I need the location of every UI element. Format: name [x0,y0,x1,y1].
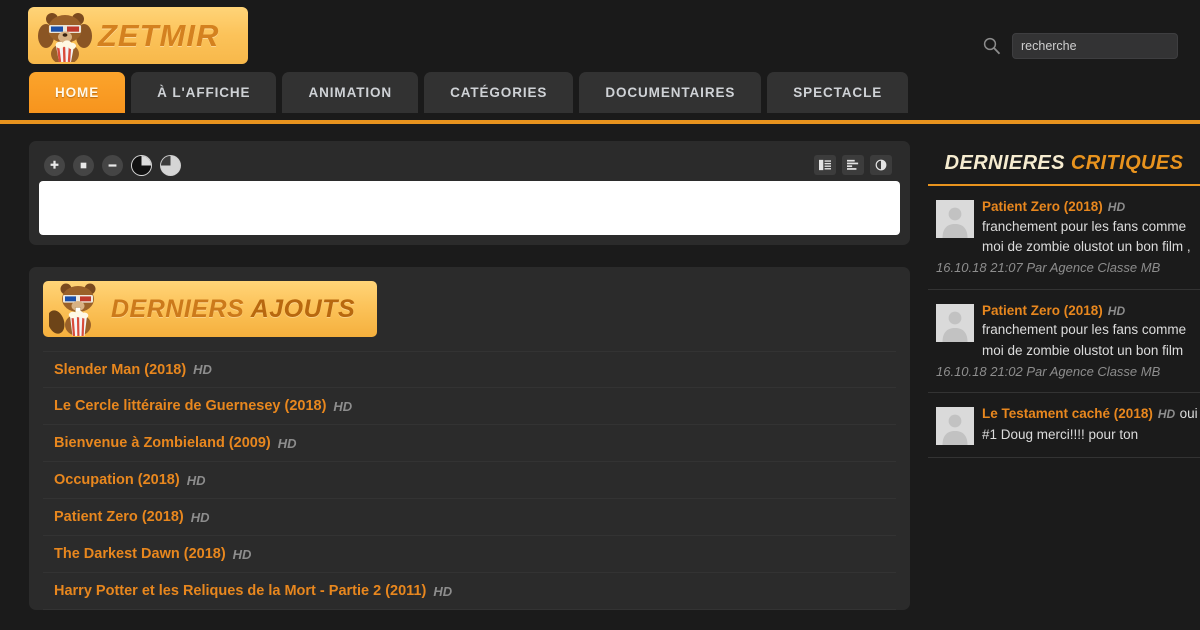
player-tools-left [44,154,181,176]
sidebar: DERNIERES CRITIQUES Patient Zero (2018) H… [928,124,1200,630]
movie-quality-badge: HD [186,472,206,488]
site-logo[interactable]: ZETMIR [28,7,248,64]
nav-item-home[interactable]: HOME [29,72,126,113]
latest-added-banner: DERNIERS AJOUTS [43,281,377,337]
search-input[interactable] [1012,33,1178,59]
nav-item-categories[interactable]: CATÉGORIES [424,72,574,113]
main-column: DERNIERS AJOUTS Slender Man (2018) HD Le… [0,124,910,630]
review-text: franchement pour les fans comme moi de z… [982,218,1191,255]
align-layout-icon[interactable] [842,155,864,175]
latest-added-panel: DERNIERS AJOUTS Slender Man (2018) HD Le… [29,267,910,610]
review-item[interactable]: Patient Zero (2018) HD franchement pour l… [928,186,1200,290]
movie-quality-badge: HD [433,583,453,599]
search-area [982,33,1200,59]
user-placeholder-avatar [936,303,974,342]
list-item[interactable]: Le Cercle littéraire de Guernesey (2018)… [43,388,896,425]
text-layout-icon[interactable] [814,155,836,175]
user-placeholder-avatar [936,407,974,446]
nav-item-label: ANIMATION [308,85,393,100]
review-item[interactable]: Patient Zero (2018) HD franchement pour l… [928,290,1200,394]
nav-item-animation[interactable]: ANIMATION [282,72,419,113]
user-placeholder-avatar [936,200,974,238]
review-quality-badge: HD [1107,303,1126,318]
movie-quality-badge: HD [232,546,252,562]
nav-item-label: CATÉGORIES [450,85,548,100]
latest-added-title: DERNIERS AJOUTS [111,295,355,324]
video-player-screen[interactable] [39,181,900,235]
contrast-dark-icon[interactable] [131,154,152,176]
movie-quality-badge: HD [277,435,297,451]
latest-added-title-part1: DERNIERS [111,294,245,323]
beaver-3d-glasses-popcorn-icon [49,283,96,336]
split-contrast-icon[interactable] [870,155,892,175]
sidebar-heading-part1: DERNIERES [944,152,1065,174]
latest-added-title-part2: AJOUTS [250,294,356,323]
review-movie-title[interactable]: Le Testament caché (2018) [982,406,1153,421]
movie-quality-badge: HD [193,362,212,377]
list-item[interactable]: The Darkest Dawn (2018) HD [43,536,896,573]
contrast-light-icon[interactable] [160,154,181,176]
main-navigation: HOME À L'AFFICHE ANIMATION CATÉGORIES DO… [0,72,1200,124]
zoom-out-icon[interactable] [102,154,123,176]
review-quality-badge: HD [1107,200,1126,214]
list-item[interactable]: Occupation (2018) HD [43,462,896,499]
stop-square-icon[interactable] [73,154,94,176]
movie-title: Slender Man (2018) [54,361,187,378]
movie-title: The Darkest Dawn (2018) [54,546,226,562]
movie-title: Bienvenue à Zombieland (2009) [54,435,271,451]
player-panel [29,141,910,245]
review-quality-badge: HD [1157,407,1176,422]
nav-item-a-laffiche[interactable]: À L'AFFICHE [131,72,277,113]
zoom-in-icon[interactable] [44,154,65,176]
nav-item-label: SPECTACLE [793,85,883,100]
list-item[interactable]: Harry Potter et les Reliques de la Mort … [43,573,896,610]
list-item[interactable]: Bienvenue à Zombieland (2009) HD [43,425,896,462]
sidebar-heading-part2: CRITIQUES [1070,152,1184,174]
nav-item-spectacle[interactable]: SPECTACLE [767,72,909,113]
list-item[interactable]: Patient Zero (2018) HD [43,499,896,536]
movie-title: Le Cercle littéraire de Guernesey (2018) [54,398,327,414]
review-movie-title[interactable]: Patient Zero (2018) [982,303,1103,318]
movie-quality-badge: HD [333,398,353,414]
page-body: DERNIERS AJOUTS Slender Man (2018) HD Le… [0,124,1200,630]
site-header: ZETMIR [0,0,1200,72]
review-meta: 16.10.18 21:07 Par Agence Classe MB [936,260,1161,276]
movie-list: Slender Man (2018) HD Le Cercle littérai… [43,351,896,610]
nav-item-label: DOCUMENTAIRES [605,85,736,100]
player-tools-right [814,155,892,175]
movie-title: Occupation (2018) [54,472,180,488]
movie-title: Harry Potter et les Reliques de la Mort … [54,583,427,599]
logo-text: ZETMIR [98,17,220,53]
review-movie-title[interactable]: Patient Zero (2018) [982,199,1103,214]
nav-item-label: HOME [55,85,100,100]
sidebar-heading: DERNIERES CRITIQUES [928,141,1200,186]
review-item[interactable]: Le Testament caché (2018) HD oui #1 Doug … [928,393,1200,459]
movie-title: Patient Zero (2018) [54,509,184,525]
review-meta: 16.10.18 21:02 Par Agence Classe MB [936,363,1161,379]
bear-3d-glasses-popcorn-icon [38,12,92,62]
nav-item-documentaires[interactable]: DOCUMENTAIRES [579,72,762,113]
search-icon[interactable] [982,36,1002,56]
review-text: franchement pour les fans comme moi de z… [982,322,1187,359]
movie-quality-badge: HD [190,509,210,525]
list-item[interactable]: Slender Man (2018) HD [43,351,896,388]
nav-item-label: À L'AFFICHE [157,85,251,100]
player-toolbar [39,151,900,179]
